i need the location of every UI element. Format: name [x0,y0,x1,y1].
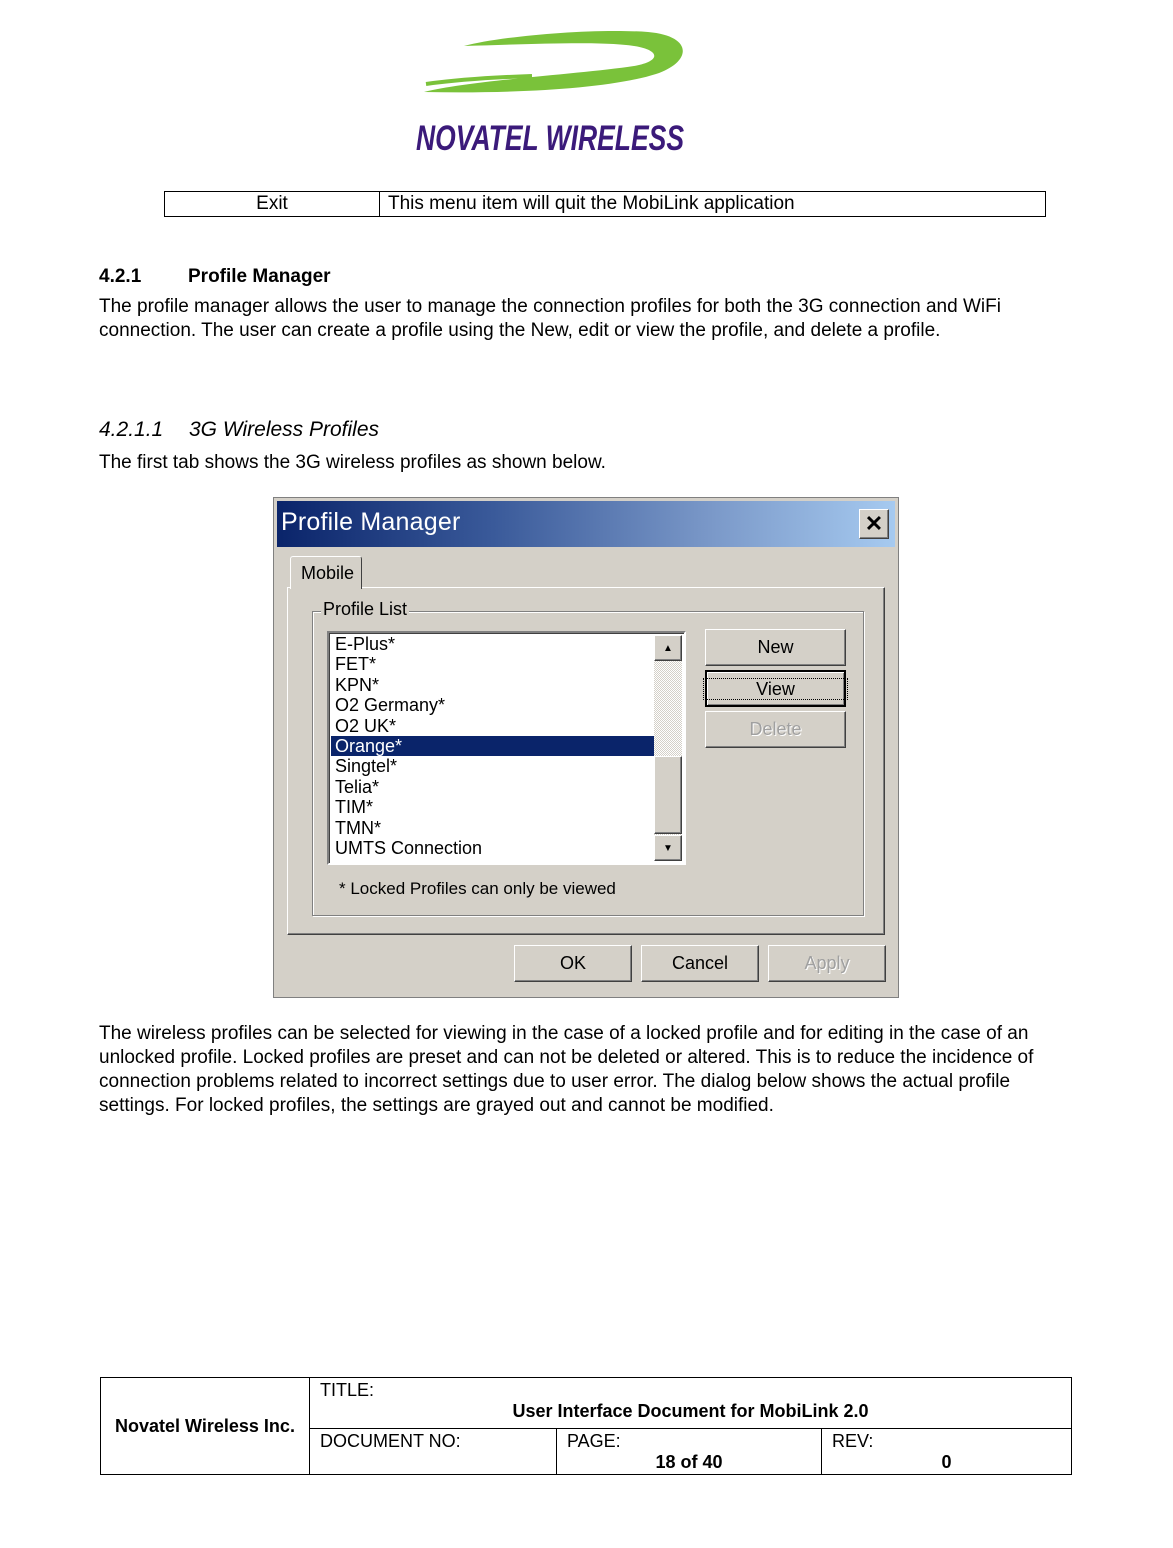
profile-list-item[interactable]: UMTS Connection [331,838,657,858]
subsection-paragraph: The first tab shows the 3G wireless prof… [99,452,606,473]
apply-button[interactable]: Apply [768,945,886,982]
cancel-button[interactable]: Cancel [641,945,759,982]
section-paragraph: The profile manager allows the user to m… [99,296,1001,341]
scrollbar-thumb[interactable] [654,756,682,834]
profile-list-item[interactable]: TIM* [331,797,657,817]
locked-profiles-note: * Locked Profiles can only be viewed [339,879,616,898]
menu-items-table: Exit This menu item will quit the MobiLi… [164,191,1046,217]
profile-list-item[interactable]: O2 Germany* [331,695,657,715]
new-button-label: New [757,637,794,657]
profile-list-item[interactable]: Orange* [331,735,657,757]
section-heading: 4.2.1 Profile Manager [99,266,331,288]
page-label: PAGE: [567,1431,621,1451]
title-cell: TITLE: User Interface Document for MobiL… [309,1377,1072,1429]
ok-button[interactable]: OK [514,945,632,982]
profile-list-item[interactable]: O2 UK* [331,716,657,736]
scroll-up-button[interactable]: ▲ [654,635,682,661]
view-button[interactable]: View [703,670,848,707]
ok-button-label: OK [559,953,586,973]
novatel-wireless-logo: NOVATEL WIRELESS [412,24,688,156]
profile-list-item[interactable]: TMN* [331,818,657,838]
page-cell: PAGE: 18 of 40 [556,1428,822,1475]
tab-label: Mobile [301,563,355,583]
apply-button-label: Apply [804,953,850,973]
rev-value: 0 [941,1452,952,1472]
body-paragraph: The wireless profiles can be selected fo… [99,1023,1034,1116]
subsection-number: 4.2.1.1 [99,418,164,441]
dialog-title: Profile Manager [281,508,461,536]
profile-manager-dialog: Profile Manager ✕ Mobile Profile List E-… [273,497,899,998]
document-footer: Novatel Wireless Inc. TITLE: User Interf… [100,1377,1072,1475]
page-value: 18 of 40 [655,1452,723,1472]
menu-item-description: This menu item will quit the MobiLink ap… [379,191,1046,217]
title-label: TITLE: [320,1380,375,1400]
subsection-heading: 4.2.1.1 3G Wireless Profiles [99,418,379,442]
profile-list-item[interactable]: FET* [331,654,657,674]
profile-listbox[interactable]: E-Plus* FET* KPN* O2 Germany* O2 UK* Orange* S… [327,631,686,865]
dialog-title-bar: Profile Manager ✕ [277,501,895,547]
subsection-title: 3G Wireless Profiles [189,418,380,441]
close-button[interactable]: ✕ [859,509,889,539]
menu-item-name: Exit [164,191,380,217]
delete-button[interactable]: Delete [705,711,846,748]
profile-list-item[interactable]: KPN* [331,675,657,695]
profile-list-item[interactable]: Singtel* [331,756,657,776]
company-name: Novatel Wireless Inc. [100,1377,310,1475]
profile-items: E-Plus* FET* KPN* O2 Germany* O2 UK* Orange* S… [331,634,657,858]
delete-button-label: Delete [749,719,802,739]
view-button-label: View [703,677,848,700]
logo-swoosh [424,30,683,93]
title-value: User Interface Document for MobiLink 2.0 [512,1401,869,1421]
group-label: Profile List [321,599,410,620]
rev-label: REV: [832,1431,874,1451]
docno-label: DOCUMENT NO: [320,1431,461,1451]
logo-wordmark: NOVATEL WIRELESS [416,119,684,156]
profile-list-item[interactable]: Telia* [331,777,657,797]
scroll-down-button[interactable]: ▼ [654,835,682,861]
arrow-up-icon: ▲ [663,642,673,654]
docno-cell: DOCUMENT NO: [309,1428,557,1475]
table-row: Exit This menu item will quit the MobiLi… [164,191,1046,217]
new-button[interactable]: New [705,629,846,666]
vertical-scrollbar[interactable]: ▲ ▼ [654,635,682,861]
close-icon: ✕ [864,511,884,536]
profile-list-item[interactable]: E-Plus* [331,634,657,654]
rev-cell: REV: 0 [821,1428,1072,1475]
section-number: 4.2.1 [99,266,142,287]
tab-mobile[interactable]: Mobile [290,556,362,589]
arrow-down-icon: ▼ [663,842,673,854]
section-title: Profile Manager [188,266,331,287]
cancel-button-label: Cancel [671,953,729,973]
